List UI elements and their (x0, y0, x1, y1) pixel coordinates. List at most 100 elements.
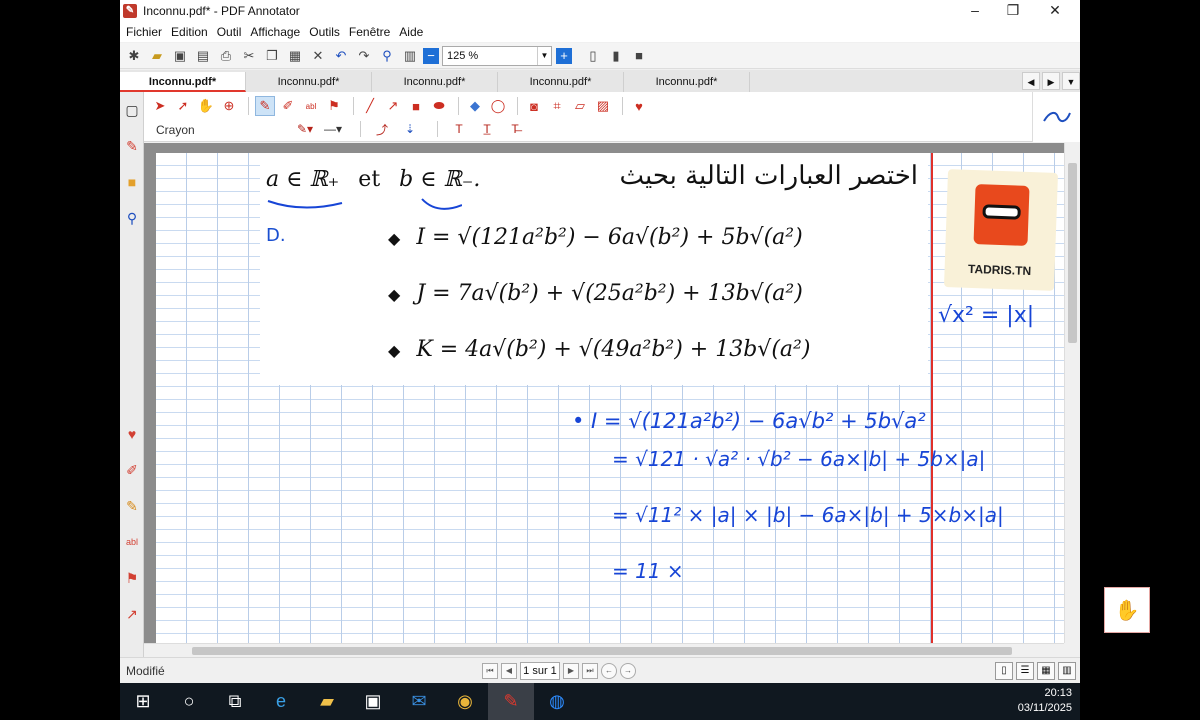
tab-document-4[interactable]: Inconnu.pdf* (498, 72, 624, 92)
select-icon[interactable]: ➤ (150, 96, 170, 116)
tab-document-5[interactable]: Inconnu.pdf* (624, 72, 750, 92)
last-page-icon[interactable]: ⏭ (582, 663, 598, 679)
print-icon[interactable]: ⎙ (216, 46, 236, 66)
menu-fichier[interactable]: Fichier (126, 25, 162, 39)
edge-browser-icon[interactable]: e (258, 683, 304, 720)
tab-list-icon[interactable]: ▼ (1062, 72, 1080, 90)
hand-tool-icon[interactable]: ✋ (196, 96, 216, 116)
menu-affichage[interactable]: Affichage (250, 25, 300, 39)
text-strike-icon[interactable]: T̶ (504, 120, 526, 138)
lasso-icon[interactable]: ◯ (488, 96, 508, 116)
stamp-icon[interactable]: ⚑ (120, 560, 144, 596)
single-page-view-icon[interactable]: ▯ (995, 662, 1013, 680)
menu-edition[interactable]: Edition (171, 25, 208, 39)
previous-page-icon[interactable]: ◀ (501, 663, 517, 679)
two-page-icon[interactable]: ▮ (606, 46, 626, 66)
full-page-icon[interactable]: ■ (629, 46, 649, 66)
first-page-icon[interactable]: ⏮ (482, 663, 498, 679)
back-icon[interactable]: ← (601, 663, 617, 679)
curve-smoothing-icon[interactable]: ⤴ (371, 120, 393, 138)
pen-icon[interactable]: ✎ (120, 128, 144, 164)
ruler-icon[interactable]: ▱ (570, 96, 590, 116)
search-icon[interactable]: ○ (166, 683, 212, 720)
system-clock[interactable]: 20:13 03/11/2025 (1018, 686, 1072, 716)
tab-document-3[interactable]: Inconnu.pdf* (372, 72, 498, 92)
two-continuous-view-icon[interactable]: ▥ (1058, 662, 1076, 680)
document-viewport[interactable]: اختصر العبارات التالية بحيث a ∈ ℝ₊ et b … (144, 143, 1064, 643)
new-icon[interactable]: ✱ (124, 46, 144, 66)
vertical-scrollbar[interactable] (1064, 143, 1080, 643)
zoom-select[interactable]: 125 % ▼ (442, 45, 552, 66)
page-indicator[interactable]: 1 sur 1 (520, 662, 560, 680)
zoom-out-icon[interactable]: − (423, 47, 439, 64)
menu-fenetre[interactable]: Fenêtre (349, 25, 390, 39)
zoom-app-icon[interactable]: ◍ (534, 683, 580, 720)
textbox-icon[interactable]: abl (120, 524, 144, 560)
arrow-icon[interactable]: ↗ (120, 596, 144, 632)
text-underline-icon[interactable]: T̲ (476, 120, 498, 138)
eraser-icon[interactable]: ◆ (465, 96, 485, 116)
pen-color-icon[interactable]: ✎▾ (294, 120, 316, 138)
tab-document-1[interactable]: Inconnu.pdf* (120, 72, 246, 92)
delete-icon[interactable]: ✕ (308, 46, 328, 66)
tab-document-2[interactable]: Inconnu.pdf* (246, 72, 372, 92)
highlighter-tool-icon[interactable]: ✐ (278, 96, 298, 116)
insert-image-icon[interactable]: ▨ (593, 96, 613, 116)
paste-icon[interactable]: ▦ (285, 46, 305, 66)
highlighter-icon[interactable]: ✎ (120, 488, 144, 524)
favorite-heart-icon[interactable]: ♥ (120, 416, 144, 452)
file-explorer-icon[interactable]: ▰ (304, 683, 350, 720)
note-icon[interactable]: ■ (120, 164, 144, 200)
chrome-icon[interactable]: ◉ (442, 683, 488, 720)
select-text-icon[interactable]: ➚ (173, 96, 193, 116)
zoom-tool-icon[interactable]: ⊕ (219, 96, 239, 116)
tab-right-icon[interactable]: ▶ (1042, 72, 1060, 90)
windows-start-icon[interactable]: ⊞ (120, 683, 166, 720)
rectangle-tool-icon[interactable]: ■ (406, 96, 426, 116)
binoculars-icon[interactable]: ⚲ (377, 46, 397, 66)
next-page-icon[interactable]: ▶ (563, 663, 579, 679)
pen-tool-icon[interactable]: ✎ (255, 96, 275, 116)
pressure-icon[interactable]: ⇣ (399, 120, 421, 138)
text-format-icon[interactable]: T (448, 120, 470, 138)
crop-icon[interactable]: ⌗ (547, 96, 567, 116)
restore-button[interactable]: ❐ (990, 0, 1036, 22)
arrow-tool-icon[interactable]: ↗ (383, 96, 403, 116)
pdf-annotator-taskbar-icon[interactable]: ✎ (488, 683, 534, 720)
grid-icon[interactable]: ▥ (400, 46, 420, 66)
textbox-tool-icon[interactable]: abl (301, 96, 321, 116)
ellipse-tool-icon[interactable]: ⬬ (429, 96, 449, 116)
zoom-in-icon[interactable]: + (556, 47, 572, 64)
marker-icon[interactable]: ✐ (120, 452, 144, 488)
vertical-scroll-thumb[interactable] (1068, 163, 1077, 343)
pdf-page[interactable]: اختصر العبارات التالية بحيث a ∈ ℝ₊ et b … (156, 153, 1064, 643)
horizontal-scroll-thumb[interactable] (192, 647, 1012, 655)
forward-icon[interactable]: → (620, 663, 636, 679)
copy-icon[interactable]: ❐ (262, 46, 282, 66)
cut-icon[interactable]: ✂ (239, 46, 259, 66)
camera-icon[interactable]: ◙ (524, 96, 544, 116)
menu-aide[interactable]: Aide (399, 25, 423, 39)
paperclip-icon[interactable]: ⚲ (120, 200, 144, 236)
line-tool-icon[interactable]: ╱ (360, 96, 380, 116)
continuous-view-icon[interactable]: ☰ (1016, 662, 1034, 680)
favorites-heart-icon[interactable]: ♥ (629, 96, 649, 116)
page-icon[interactable]: ▢ (120, 92, 144, 128)
undo-icon[interactable]: ↶ (331, 46, 351, 66)
save-as-icon[interactable]: ▤ (193, 46, 213, 66)
save-icon[interactable]: ▣ (170, 46, 190, 66)
menu-outil[interactable]: Outil (217, 25, 242, 39)
line-width-icon[interactable]: —▾ (322, 120, 344, 138)
task-view-icon[interactable]: ⧉ (212, 683, 258, 720)
hand-gesture-button[interactable]: ✋ (1104, 587, 1150, 633)
two-page-view-icon[interactable]: ▦ (1037, 662, 1055, 680)
menu-outils[interactable]: Outils (309, 25, 340, 39)
redo-icon[interactable]: ↷ (354, 46, 374, 66)
store-icon[interactable]: ▣ (350, 683, 396, 720)
stamp-tool-icon[interactable]: ⚑ (324, 96, 344, 116)
tab-left-icon[interactable]: ◀ (1022, 72, 1040, 90)
page-view-icon[interactable]: ▯ (583, 46, 603, 66)
horizontal-scrollbar[interactable] (144, 643, 1064, 657)
close-button[interactable]: ✕ (1032, 0, 1078, 22)
mail-icon[interactable]: ✉ (396, 683, 442, 720)
